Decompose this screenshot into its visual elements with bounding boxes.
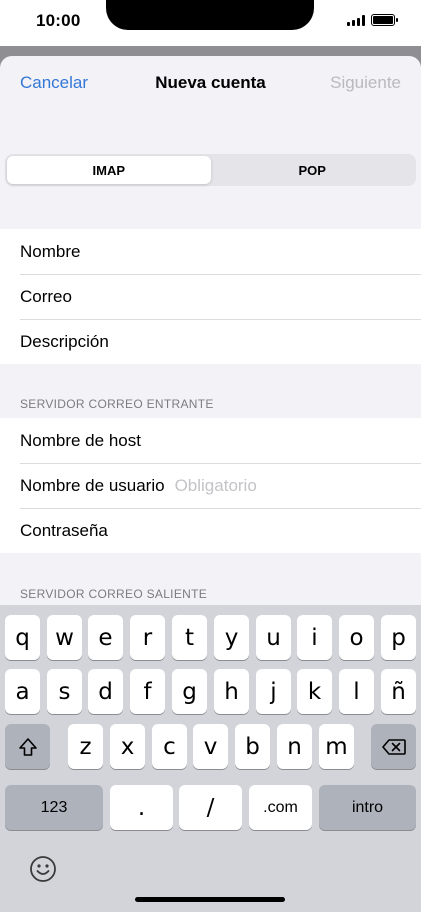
key-n-tilde[interactable]: ñ [381, 669, 416, 714]
description-field-label: Descripción [20, 331, 109, 351]
protocol-segmented-control: IMAP POP [5, 154, 416, 186]
outgoing-server-header: SERVIDOR CORREO SALIENTE [20, 587, 208, 601]
key-f[interactable]: f [130, 669, 165, 714]
smiley-face-icon [30, 856, 56, 882]
dot-key[interactable]: . [110, 785, 173, 830]
key-u[interactable]: u [256, 615, 291, 660]
description-field[interactable]: Descripción [0, 319, 421, 364]
host-name-field[interactable]: Nombre de host [0, 418, 421, 463]
key-s[interactable]: s [47, 669, 82, 714]
key-l[interactable]: l [339, 669, 374, 714]
account-fields-group: Nombre Correo Descripción [0, 229, 421, 364]
email-field[interactable]: Correo [0, 274, 421, 319]
key-v[interactable]: v [193, 724, 228, 769]
key-g[interactable]: g [172, 669, 207, 714]
key-z[interactable]: z [68, 724, 103, 769]
phone-screen: 10:00 Cancelar Nueva cuenta Siguiente IM… [0, 0, 421, 912]
segment-imap[interactable]: IMAP [7, 156, 211, 184]
key-x[interactable]: x [110, 724, 145, 769]
slash-key[interactable]: / [179, 785, 242, 830]
key-a[interactable]: a [5, 669, 40, 714]
notch [106, 0, 314, 30]
numbers-key[interactable]: 123 [5, 785, 103, 830]
return-key[interactable]: intro [319, 785, 416, 830]
key-k[interactable]: k [297, 669, 332, 714]
key-e[interactable]: e [88, 615, 123, 660]
host-name-label: Nombre de host [20, 430, 141, 450]
key-j[interactable]: j [256, 669, 291, 714]
incoming-server-header: SERVIDOR CORREO ENTRANTE [20, 397, 214, 411]
shift-key[interactable] [5, 724, 50, 769]
username-field[interactable]: Nombre de usuario Obligatorio [0, 463, 421, 508]
key-i[interactable]: i [297, 615, 332, 660]
keyboard: q w e r t y u i o p a s d f g h j k l ñ … [0, 605, 421, 912]
password-field[interactable]: Contraseña [0, 508, 421, 553]
backspace-icon [381, 738, 406, 755]
key-c[interactable]: c [152, 724, 187, 769]
status-bar: 10:00 [0, 0, 421, 46]
key-q[interactable]: q [5, 615, 40, 660]
battery-icon [371, 14, 398, 26]
navigation-bar: Cancelar Nueva cuenta Siguiente [0, 56, 421, 112]
key-o[interactable]: o [339, 615, 374, 660]
key-m[interactable]: m [319, 724, 354, 769]
cellular-signal-icon [347, 14, 365, 26]
key-h[interactable]: h [214, 669, 249, 714]
username-label: Nombre de usuario [20, 475, 165, 495]
key-y[interactable]: y [214, 615, 249, 660]
home-indicator[interactable] [135, 897, 285, 902]
key-t[interactable]: t [172, 615, 207, 660]
name-field-label: Nombre [20, 241, 81, 261]
status-time: 10:00 [36, 11, 81, 30]
username-placeholder: Obligatorio [174, 475, 257, 495]
key-r[interactable]: r [130, 615, 165, 660]
key-n[interactable]: n [277, 724, 312, 769]
dotcom-key[interactable]: .com [249, 785, 312, 830]
name-field[interactable]: Nombre [0, 229, 421, 274]
key-p[interactable]: p [381, 615, 416, 660]
email-field-label: Correo [20, 286, 72, 306]
status-icons [347, 14, 398, 26]
emoji-button[interactable] [28, 854, 58, 884]
next-button[interactable]: Siguiente [330, 73, 401, 93]
password-label: Contraseña [20, 520, 108, 540]
shift-arrow-icon [18, 737, 37, 756]
key-d[interactable]: d [88, 669, 123, 714]
key-b[interactable]: b [235, 724, 270, 769]
incoming-server-group: Nombre de host Nombre de usuario Obligat… [0, 418, 421, 553]
delete-key[interactable] [371, 724, 416, 769]
key-w[interactable]: w [47, 615, 82, 660]
segment-pop[interactable]: POP [211, 156, 415, 184]
